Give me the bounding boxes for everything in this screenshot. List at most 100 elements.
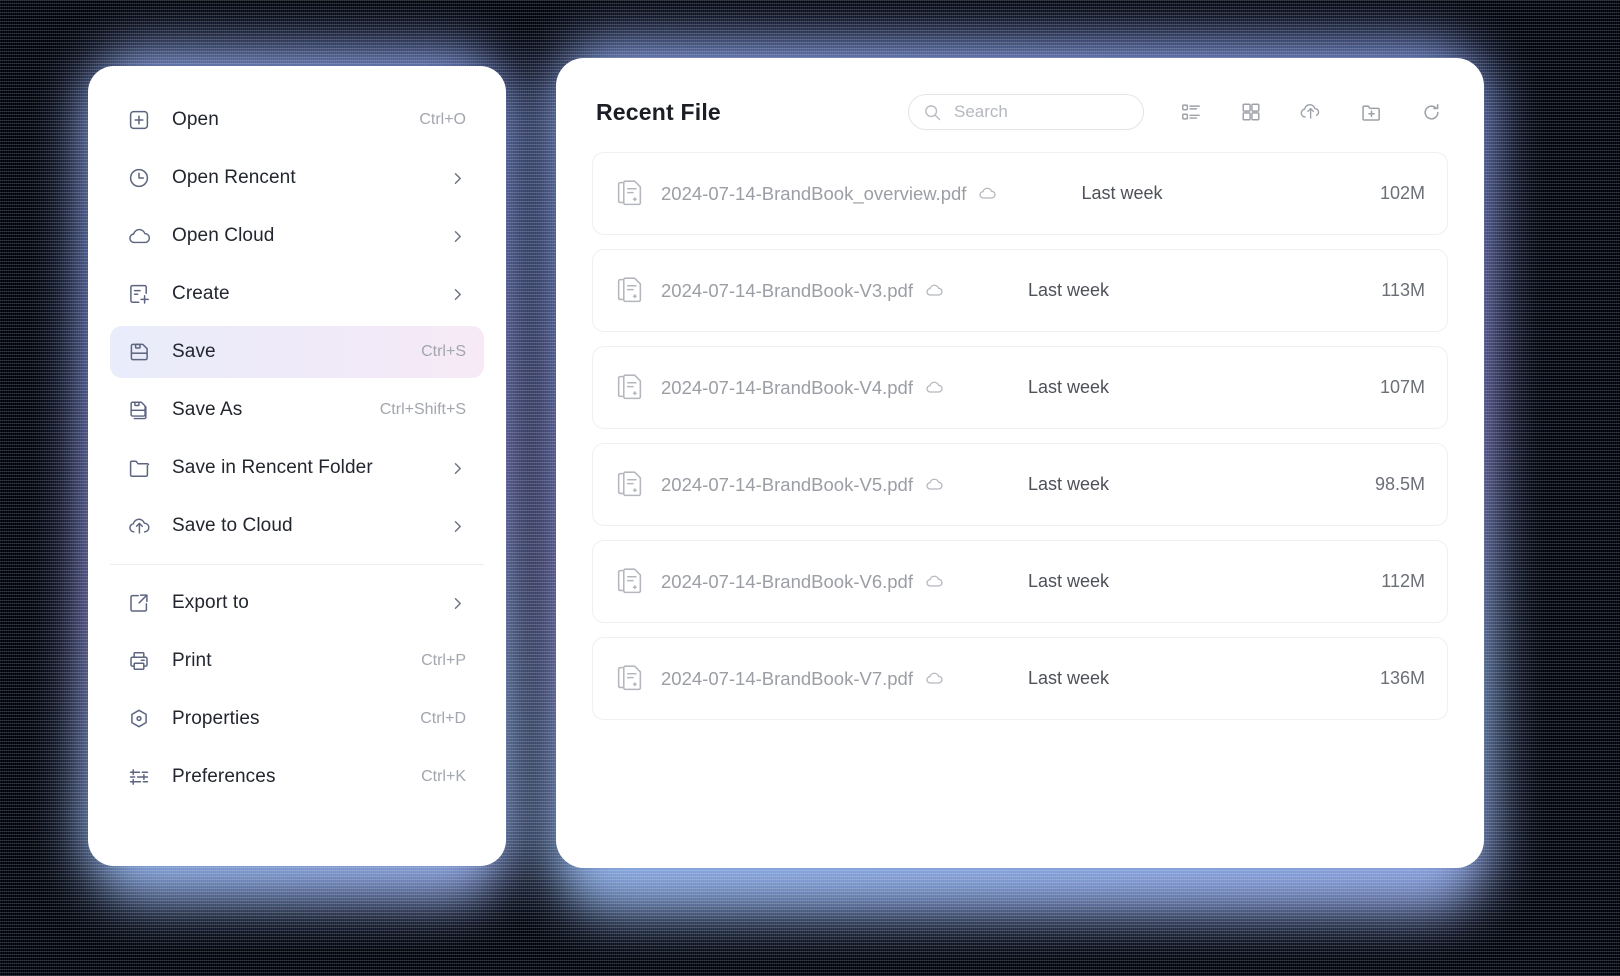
menu-item-label: Save to Cloud [172,515,293,536]
cloud-status-icon [925,475,944,494]
chevron-right-icon [449,518,466,535]
chevron-right-icon [449,286,466,303]
menu-item-properties[interactable]: Properties Ctrl+D [110,693,484,745]
menu-item-open[interactable]: Open Ctrl+O [110,94,484,146]
menu-item-shortcut: Ctrl+P [421,652,466,669]
file-row[interactable]: 2024-07-14-BrandBook-V7.pdf Last week 136M [592,637,1448,720]
menu-item-export-to[interactable]: Export to [110,577,484,629]
pdf-file-icon [613,274,645,308]
cloud-icon [126,223,152,249]
refresh-icon[interactable] [1418,99,1444,125]
list-view-icon[interactable] [1178,99,1204,125]
header-toolbar [1178,99,1444,125]
chevron-right-icon [449,595,466,612]
pdf-file-icon [613,177,645,211]
cloud-upload-icon[interactable] [1298,99,1324,125]
file-modified-date: Last week [1027,280,1110,300]
menu-item-shortcut: Ctrl+K [421,768,466,785]
cloud-status-icon [925,669,944,688]
sliders-icon [126,764,152,790]
menu-item-label: Open [172,109,219,130]
recent-files-header: Recent File [556,58,1484,130]
pdf-file-icon [613,468,645,502]
grid-view-icon[interactable] [1238,99,1264,125]
menu-item-shortcut: Ctrl+S [421,343,466,360]
menu-item-shortcut: Ctrl+Shift+S [379,401,466,418]
chevron-right-icon [449,228,466,245]
menu-item-label: Open Cloud [172,225,275,246]
printer-icon [126,648,152,674]
file-name: 2024-07-14-BrandBook-V4.pdf [661,376,913,398]
menu-item-save-in-rencent-folder[interactable]: Save in Rencent Folder [110,442,484,494]
export-icon [126,590,152,616]
app-stage: Open Ctrl+O Open Rencent Open Cloud Create Sa… [0,0,1620,976]
hexagon-info-icon [126,706,152,732]
cloud-status-icon [978,184,997,203]
file-menu-list: Open Ctrl+O Open Rencent Open Cloud Create Sa… [88,66,506,825]
menu-item-label: Save As [172,399,243,420]
file-size: 136M [1379,668,1425,688]
file-size: 113M [1381,280,1425,300]
file-name: 2024-07-14-BrandBook-V5.pdf [661,473,913,495]
menu-item-shortcut: Ctrl+D [420,710,466,727]
file-row[interactable]: 2024-07-14-BrandBook-V4.pdf Last week 107M [592,346,1448,429]
menu-item-label: Export to [172,592,249,613]
chevron-right-icon [449,460,466,477]
new-folder-icon[interactable] [1358,99,1384,125]
file-name: 2024-07-14-BrandBook-V7.pdf [661,667,913,689]
file-row[interactable]: 2024-07-14-BrandBook-V3.pdf Last week 113M [592,249,1448,332]
cloud-upload-icon [126,513,152,539]
menu-item-label: Create [172,283,230,304]
pdf-file-icon [613,565,645,599]
file-size: 102M [1379,183,1425,203]
file-modified-date: Last week [1027,377,1110,397]
menu-item-label: Print [172,650,212,671]
menu-item-save-to-cloud[interactable]: Save to Cloud [110,500,484,552]
menu-item-label: Save [172,341,216,362]
menu-item-print[interactable]: Print Ctrl+P [110,635,484,687]
menu-item-preferences[interactable]: Preferences Ctrl+K [110,751,484,803]
search-box[interactable] [908,94,1144,130]
menu-divider [110,564,484,565]
file-size: 112M [1381,571,1425,591]
pdf-file-icon [613,662,645,696]
file-row[interactable]: 2024-07-14-BrandBook-V5.pdf Last week 98.5… [592,443,1448,526]
cloud-status-icon [925,572,944,591]
file-menu-panel: Open Ctrl+O Open Rencent Open Cloud Create Sa… [88,66,506,866]
cloud-status-icon [925,281,944,300]
menu-item-label: Save in Rencent Folder [172,457,373,478]
chevron-right-icon [449,170,466,187]
menu-item-open-cloud[interactable]: Open Cloud [110,210,484,262]
file-size: 107M [1379,377,1425,397]
file-name: 2024-07-14-BrandBook-V6.pdf [661,570,913,592]
menu-item-save[interactable]: Save Ctrl+S [110,326,484,378]
file-modified-date: Last week [1027,571,1110,591]
page-title: Recent File [596,98,721,125]
menu-item-open-rencent[interactable]: Open Rencent [110,152,484,204]
folder-icon [126,455,152,481]
floppy-disk-icon [126,339,152,365]
file-row[interactable]: 2024-07-14-BrandBook-V6.pdf Last week 112M [592,540,1448,623]
search-input[interactable] [952,101,1129,123]
clock-icon [126,165,152,191]
file-name: 2024-07-14-BrandBook-V3.pdf [661,279,913,301]
file-modified-date: Last week [1027,474,1110,494]
file-modified-date: Last week [1081,183,1163,203]
open-file-icon [126,107,152,133]
file-size: 98.5M [1374,474,1425,494]
floppy-disk-copy-icon [126,397,152,423]
menu-item-save-as[interactable]: Save As Ctrl+Shift+S [110,384,484,436]
file-name: 2024-07-14-BrandBook_overview.pdf [661,182,967,204]
recent-files-list: 2024-07-14-BrandBook_overview.pdf Last we… [556,130,1484,720]
recent-files-panel: Recent File Search 2024-07-14-BrandBook_… [556,58,1484,868]
menu-item-create[interactable]: Create [110,268,484,320]
search-icon [923,103,942,122]
pdf-file-icon [613,371,645,405]
create-document-icon [126,281,152,307]
file-modified-date: Last week [1027,668,1110,688]
file-row[interactable]: 2024-07-14-BrandBook_overview.pdf Last we… [592,152,1448,235]
menu-item-shortcut: Ctrl+O [419,111,466,128]
menu-item-label: Open Rencent [172,167,296,188]
menu-item-label: Properties [172,708,260,729]
menu-item-label: Preferences [172,766,276,787]
